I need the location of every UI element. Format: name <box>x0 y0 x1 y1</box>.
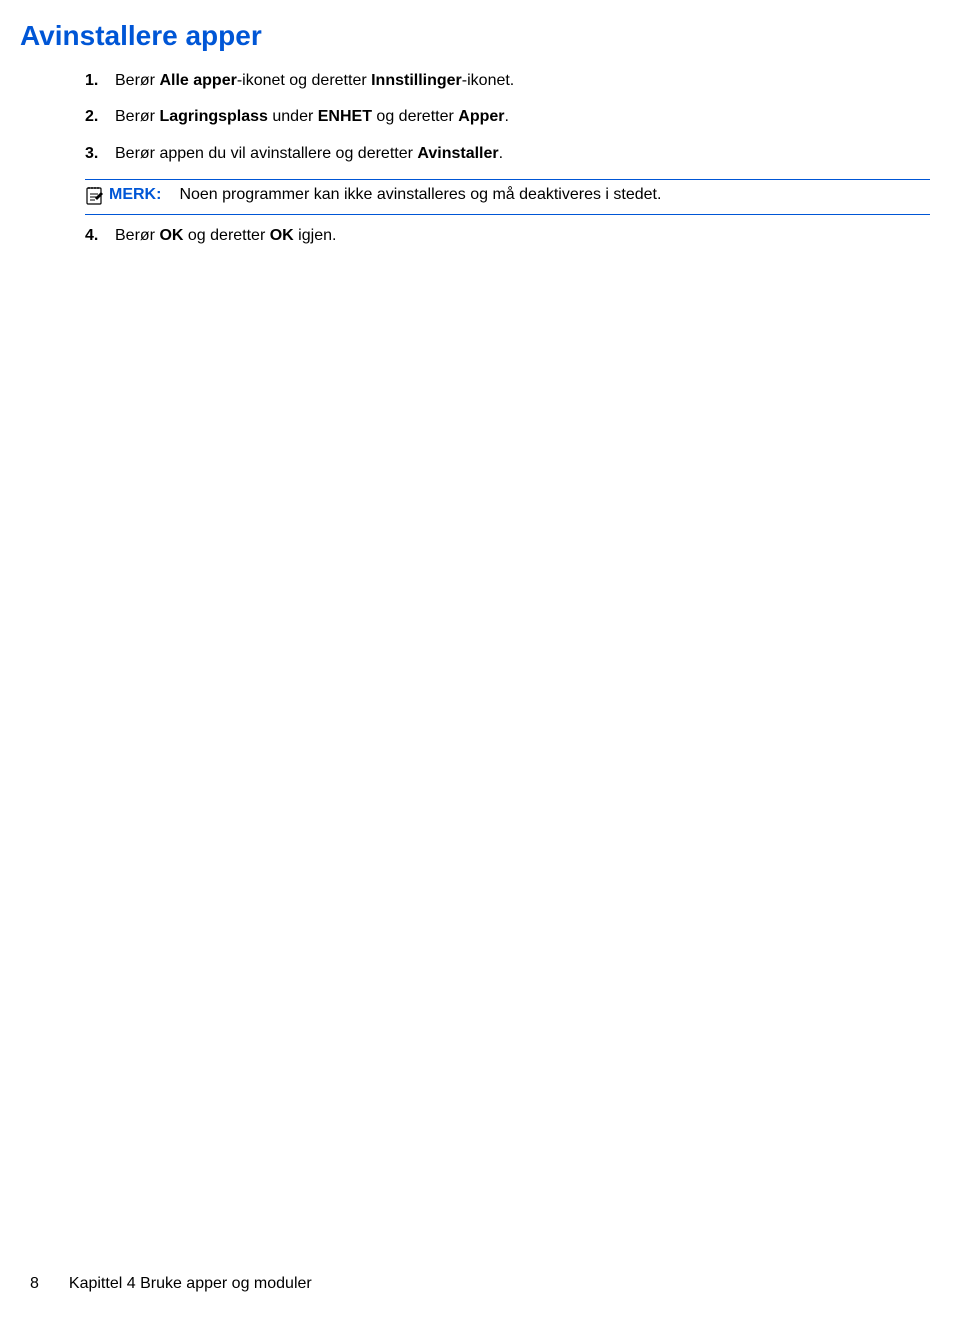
step-1: 1. Berør Alle apper-ikonet og deretter I… <box>85 70 930 92</box>
text-part-bold: Avinstaller <box>417 145 498 162</box>
chapter-title: Kapittel 4 Bruke apper og moduler <box>69 1275 312 1293</box>
text-part: Berør <box>115 227 159 244</box>
note-text: Noen programmer kan ikke avinstalleres o… <box>179 186 661 204</box>
step-text: Berør Alle apper-ikonet og deretter Inns… <box>115 70 930 92</box>
text-part: igjen. <box>294 227 337 244</box>
step-text: Berør appen du vil avinstallere og deret… <box>115 143 930 165</box>
text-part-bold: OK <box>270 227 294 244</box>
text-part: under <box>268 108 318 125</box>
note-row: MERK: Noen programmer kan ikke avinstall… <box>85 186 930 206</box>
text-part-bold: OK <box>159 227 183 244</box>
step-4: 4. Berør OK og deretter OK igjen. <box>85 225 930 247</box>
document-page: Avinstallere apper 1. Berør Alle apper-i… <box>0 0 960 1323</box>
text-part: . <box>499 145 503 162</box>
text-part: Berør <box>115 108 159 125</box>
step-text: Berør Lagringsplass under ENHET og deret… <box>115 106 930 128</box>
steps-list: 1. Berør Alle apper-ikonet og deretter I… <box>85 70 930 165</box>
step-number: 4. <box>85 225 115 247</box>
text-part-bold: Lagringsplass <box>159 108 267 125</box>
text-part: -ikonet. <box>462 72 514 89</box>
page-number: 8 <box>30 1275 39 1293</box>
text-part-bold: ENHET <box>318 108 372 125</box>
note-label: MERK: <box>109 186 161 204</box>
step-3: 3. Berør appen du vil avinstallere og de… <box>85 143 930 165</box>
step-number: 1. <box>85 70 115 92</box>
text-part-bold: Innstillinger <box>371 72 462 89</box>
step-number: 2. <box>85 106 115 128</box>
text-part: og deretter <box>372 108 458 125</box>
step-number: 3. <box>85 143 115 165</box>
page-footer: 8 Kapittel 4 Bruke apper og moduler <box>30 1275 312 1293</box>
text-part: Berør <box>115 72 159 89</box>
text-part: og deretter <box>183 227 269 244</box>
steps-list-continued: 4. Berør OK og deretter OK igjen. <box>85 225 930 247</box>
text-part: Berør appen du vil avinstallere og deret… <box>115 145 417 162</box>
page-heading: Avinstallere apper <box>20 20 930 52</box>
note-icon <box>85 186 105 206</box>
text-part-bold: Apper <box>458 108 504 125</box>
text-part-bold: Alle apper <box>159 72 236 89</box>
text-part: -ikonet og deretter <box>237 72 371 89</box>
step-2: 2. Berør Lagringsplass under ENHET og de… <box>85 106 930 128</box>
text-part: . <box>505 108 509 125</box>
note-box: MERK: Noen programmer kan ikke avinstall… <box>85 179 930 215</box>
step-text: Berør OK og deretter OK igjen. <box>115 225 930 247</box>
